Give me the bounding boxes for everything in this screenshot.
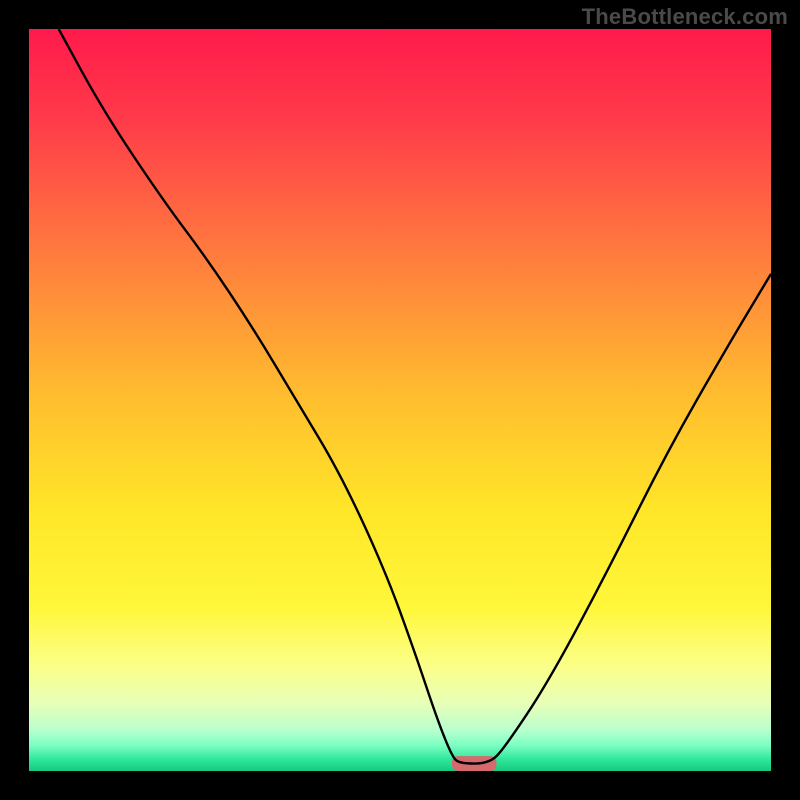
bottleneck-chart (29, 29, 771, 771)
plot-background (29, 29, 771, 771)
watermark-text: TheBottleneck.com (582, 4, 788, 30)
chart-frame: TheBottleneck.com (0, 0, 800, 800)
